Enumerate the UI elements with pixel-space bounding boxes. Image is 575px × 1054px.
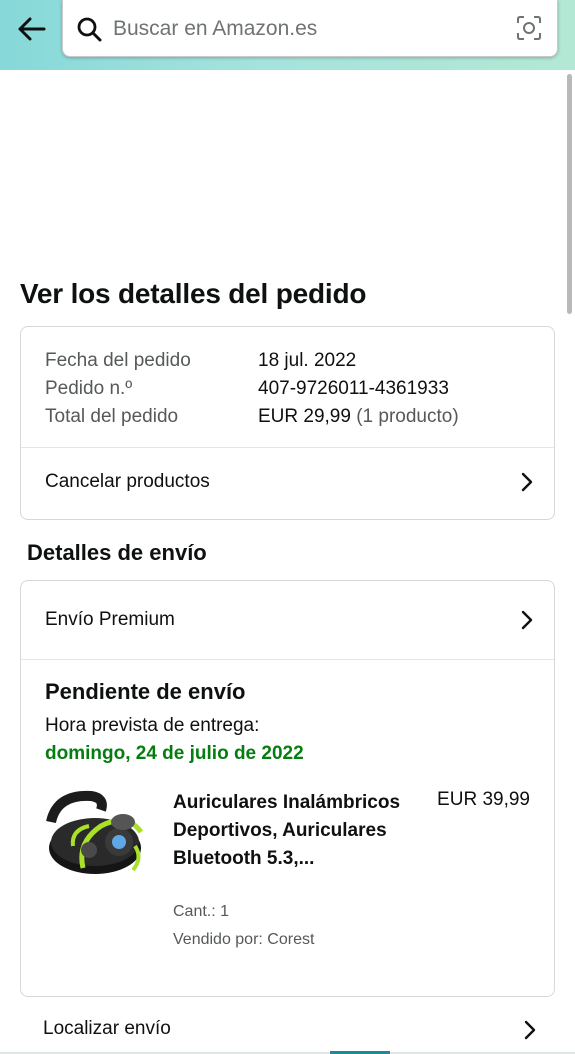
order-total-value-group: EUR 29,99 (1 producto): [258, 406, 459, 428]
product-price: EUR 39,99: [437, 789, 530, 810]
top-bar: [0, 0, 575, 70]
eta-label: Hora prevista de entrega:: [45, 715, 260, 736]
shipping-details-card: Envío Premium Pendiente de envío Hora pr…: [20, 580, 555, 997]
shipping-method-link[interactable]: Envío Premium: [21, 581, 554, 659]
cancel-products-label: Cancelar productos: [45, 471, 210, 492]
order-summary: Fecha del pedido 18 jul. 2022 Pedido n.º…: [45, 347, 535, 431]
order-date-value: 18 jul. 2022: [258, 350, 357, 371]
page-title: Ver los detalles del pedido: [20, 278, 367, 309]
shipment-status: Pendiente de envío: [45, 679, 246, 704]
chevron-right-icon: [521, 610, 533, 630]
cancel-products-link[interactable]: Cancelar productos: [21, 447, 554, 517]
track-shipment-label: Localizar envío: [43, 1018, 171, 1039]
eta-date: domingo, 24 de julio de 2022: [45, 743, 304, 764]
search-input[interactable]: [113, 12, 503, 46]
order-total-items: (1 producto): [356, 406, 459, 427]
scrollbar[interactable]: [567, 74, 572, 314]
product-title-link[interactable]: Auriculares Inalámbricos Deportivos, Aur…: [173, 789, 413, 873]
divider: [21, 659, 554, 660]
track-shipment-link[interactable]: Localizar envío: [0, 998, 575, 1054]
order-number-row: Pedido n.º 407-9726011-4361933: [45, 375, 535, 403]
back-arrow-icon[interactable]: [12, 10, 52, 48]
search-icon: [75, 15, 103, 43]
order-summary-card: Fecha del pedido 18 jul. 2022 Pedido n.º…: [20, 326, 555, 520]
order-number-label: Pedido n.º: [45, 378, 133, 399]
order-total-value: EUR 29,99: [258, 406, 351, 427]
camera-search-icon[interactable]: [515, 14, 543, 42]
order-total-label: Total del pedido: [45, 406, 179, 427]
product-image[interactable]: [43, 786, 153, 886]
chevron-right-icon: [521, 472, 533, 492]
order-number-value: 407-9726011-4361933: [258, 378, 449, 399]
search-box[interactable]: [62, 0, 558, 57]
shipping-section-title: Detalles de envío: [27, 540, 207, 565]
order-date-row: Fecha del pedido 18 jul. 2022: [45, 347, 535, 375]
shipping-method-label: Envío Premium: [45, 609, 175, 630]
product-quantity: Cant.: 1: [173, 903, 230, 920]
chevron-right-icon: [524, 1020, 536, 1040]
product-seller: Vendido por: Corest: [173, 931, 315, 948]
order-total-row: Total del pedido EUR 29,99 (1 producto): [45, 403, 535, 431]
order-date-label: Fecha del pedido: [45, 350, 191, 371]
